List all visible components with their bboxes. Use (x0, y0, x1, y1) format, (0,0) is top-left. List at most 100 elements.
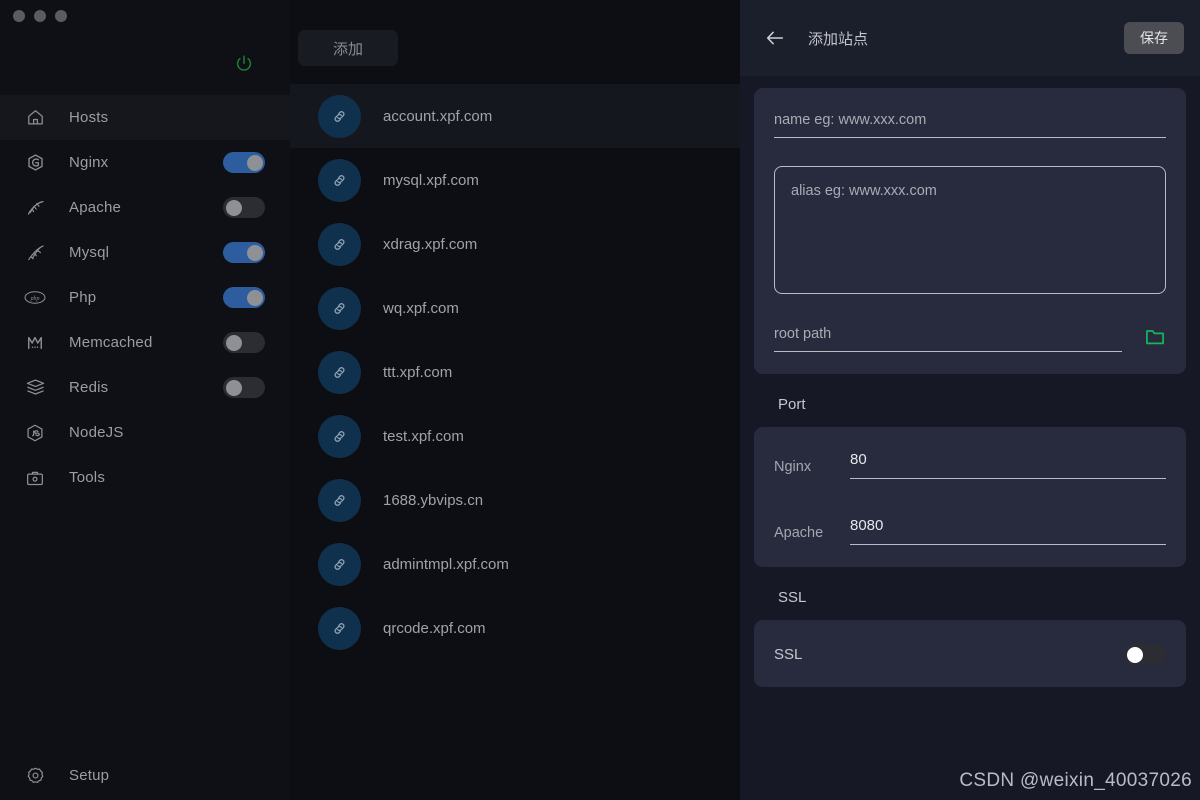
php-toggle[interactable] (223, 287, 265, 308)
sidebar-item-php[interactable]: php Php (0, 275, 290, 320)
sidebar-item-label: Apache (69, 199, 122, 216)
sidebar-item-tools[interactable]: Tools (0, 455, 290, 500)
sidebar-item-redis[interactable]: Redis (0, 365, 290, 410)
maximize-button[interactable] (55, 10, 67, 22)
memcached-icon (24, 332, 46, 354)
sidebar-item-apache[interactable]: Apache (0, 185, 290, 230)
host-list-panel: 添加 account.xpf.com mysql.xpf.com xdrag.x… (290, 0, 740, 800)
window-titlebar (0, 0, 290, 32)
sidebar-item-mysql[interactable]: Mysql (0, 230, 290, 275)
add-host-button[interactable]: 添加 (298, 30, 398, 66)
host-name: qrcode.xpf.com (383, 619, 486, 637)
host-list-item[interactable]: ttt.xpf.com (290, 340, 740, 404)
apache-port-input[interactable]: 8080 (850, 517, 1166, 545)
port-row-apache: Apache 8080 (774, 517, 1166, 545)
close-button[interactable] (13, 10, 25, 22)
site-name-placeholder: name eg: www.xxx.com (774, 112, 927, 128)
host-name: xdrag.xpf.com (383, 235, 478, 253)
memcached-toggle[interactable] (223, 332, 265, 353)
sidebar-item-label: Mysql (69, 244, 110, 261)
sidebar-item-label: Memcached (69, 334, 153, 351)
link-icon (318, 158, 361, 202)
host-name: test.xpf.com (383, 427, 464, 445)
add-button-wrap: 添加 (290, 0, 740, 66)
detail-header: 添加站点 保存 (740, 0, 1200, 76)
port-row-nginx: Nginx 80 (774, 451, 1166, 479)
root-path-row: root path (774, 326, 1166, 352)
link-icon (318, 94, 361, 138)
sidebar-item-label: Php (69, 289, 97, 306)
arrow-left-icon[interactable] (764, 27, 786, 49)
sidebar-nav: Hosts Nginx Apache Mysql php Php Memcach… (0, 95, 290, 500)
page-title: 添加站点 (808, 30, 869, 48)
redis-toggle[interactable] (223, 377, 265, 398)
host-list-item[interactable]: xdrag.xpf.com (290, 212, 740, 276)
nginx-toggle[interactable] (223, 152, 265, 173)
site-name-field[interactable]: name eg: www.xxx.com (774, 112, 1166, 138)
app-window: Hosts Nginx Apache Mysql php Php Memcach… (0, 0, 1200, 800)
sidebar-item-label: NodeJS (69, 424, 124, 441)
root-path-field[interactable]: root path (774, 326, 1122, 352)
sidebar-item-nginx[interactable]: Nginx (0, 140, 290, 185)
link-icon (318, 478, 361, 522)
sidebar-item-label: Tools (69, 469, 106, 486)
host-name: account.xpf.com (383, 107, 493, 125)
host-list-item[interactable]: account.xpf.com (290, 84, 740, 148)
detail-body: name eg: www.xxx.com alias eg: www.xxx.c… (740, 76, 1200, 800)
mysql-icon (24, 242, 46, 264)
alias-placeholder: alias eg: www.xxx.com (791, 183, 937, 199)
ssl-label: SSL (774, 646, 803, 663)
apache-toggle[interactable] (223, 197, 265, 218)
host-list-item[interactable]: admintmpl.xpf.com (290, 532, 740, 596)
port-section-title: Port (778, 396, 806, 413)
nginx-port-underline (850, 478, 1166, 479)
sidebar-item-setup[interactable]: Setup (0, 750, 290, 800)
minimize-button[interactable] (34, 10, 46, 22)
host-name: admintmpl.xpf.com (383, 555, 509, 573)
apache-port-underline (850, 544, 1166, 545)
ssl-toggle[interactable] (1124, 644, 1166, 665)
host-name: ttt.xpf.com (383, 363, 453, 381)
host-list-item[interactable]: 1688.ybvips.cn (290, 468, 740, 532)
folder-icon[interactable] (1144, 326, 1166, 348)
mysql-toggle[interactable] (223, 242, 265, 263)
host-name: 1688.ybvips.cn (383, 491, 484, 509)
root-path-placeholder: root path (774, 326, 832, 342)
nodejs-icon (24, 422, 46, 444)
nginx-port-value: 80 (850, 451, 867, 468)
ssl-section-title: SSL (778, 589, 807, 606)
alias-textarea[interactable]: alias eg: www.xxx.com (774, 166, 1166, 294)
host-list-item[interactable]: mysql.xpf.com (290, 148, 740, 212)
sidebar-item-label: Hosts (69, 109, 109, 126)
detail-panel: 添加站点 保存 name eg: www.xxx.com alias eg: w… (740, 0, 1200, 800)
sidebar: Hosts Nginx Apache Mysql php Php Memcach… (0, 0, 290, 800)
root-path-underline (774, 351, 1122, 352)
nginx-icon (24, 152, 46, 174)
basic-info-card: name eg: www.xxx.com alias eg: www.xxx.c… (754, 88, 1186, 374)
redis-icon (24, 377, 46, 399)
ssl-card: SSL (754, 620, 1186, 687)
host-name: wq.xpf.com (383, 299, 459, 317)
link-icon (318, 222, 361, 266)
sidebar-item-label: Nginx (69, 154, 109, 171)
sidebar-item-label: Setup (69, 766, 110, 784)
host-list-item[interactable]: qrcode.xpf.com (290, 596, 740, 660)
ssl-row: SSL (774, 644, 1166, 665)
sidebar-item-memcached[interactable]: Memcached (0, 320, 290, 365)
sidebar-item-nodejs[interactable]: NodeJS (0, 410, 290, 455)
link-icon (318, 542, 361, 586)
gear-icon (24, 764, 46, 786)
sidebar-item-hosts[interactable]: Hosts (0, 95, 290, 140)
link-icon (318, 414, 361, 458)
save-button[interactable]: 保存 (1124, 22, 1184, 54)
tools-icon (24, 467, 46, 489)
host-list-item[interactable]: wq.xpf.com (290, 276, 740, 340)
host-list-item[interactable]: test.xpf.com (290, 404, 740, 468)
power-icon[interactable] (233, 53, 255, 75)
link-icon (318, 350, 361, 394)
port-card: Nginx 80 Apache 8080 (754, 427, 1186, 567)
nginx-port-input[interactable]: 80 (850, 451, 1166, 479)
port-label: Apache (774, 525, 824, 541)
home-icon (24, 107, 46, 129)
